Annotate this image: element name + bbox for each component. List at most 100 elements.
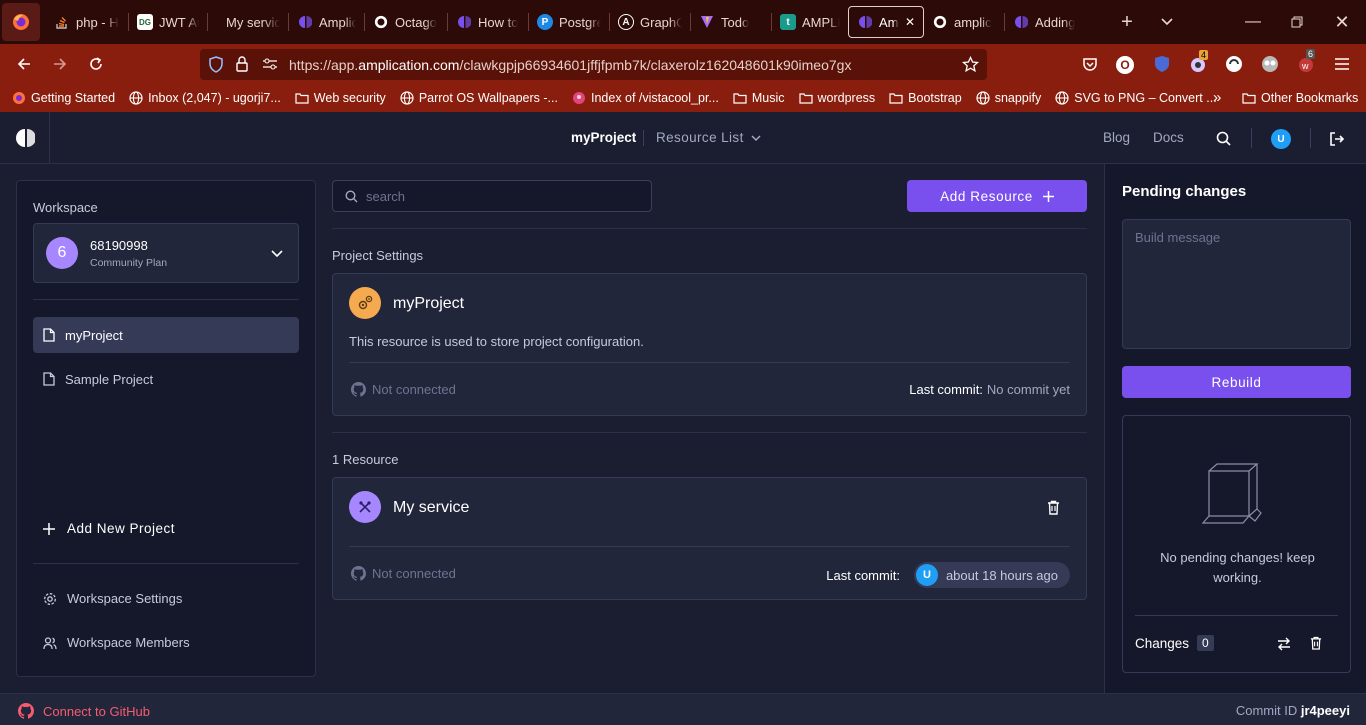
browser-tab[interactable]: amplic bbox=[924, 6, 1004, 38]
hamburger-menu-icon[interactable] bbox=[1334, 57, 1350, 71]
logout-icon[interactable] bbox=[1329, 131, 1345, 147]
sync-extension-icon[interactable] bbox=[1225, 55, 1243, 73]
new-tab-button[interactable]: + bbox=[1111, 6, 1143, 38]
bookmark-item[interactable]: Parrot OS Wallpapers -... bbox=[400, 91, 558, 105]
list-all-tabs-button[interactable] bbox=[1151, 6, 1183, 38]
close-window-button[interactable]: ✕ bbox=[1326, 6, 1358, 38]
back-button[interactable] bbox=[8, 48, 40, 80]
user-avatar[interactable]: U bbox=[1271, 129, 1291, 149]
browser-tab[interactable]: A GraphQ bbox=[610, 6, 690, 38]
connect-github-link[interactable]: Connect to GitHub bbox=[18, 703, 150, 719]
bookmark-item[interactable]: snappify bbox=[976, 91, 1041, 105]
workspace-divider bbox=[33, 563, 299, 564]
bookmark-label: SVG to PNG – Convert ... bbox=[1074, 91, 1217, 105]
bookmarks-overflow-icon[interactable]: » bbox=[1213, 89, 1221, 106]
workspace-name: 68190998 bbox=[90, 238, 148, 253]
docs-link[interactable]: Docs bbox=[1153, 130, 1184, 145]
browser-tab-label: php - H bbox=[76, 14, 119, 30]
discard-trash-icon[interactable] bbox=[1310, 636, 1322, 650]
close-tab-icon[interactable]: ✕ bbox=[905, 15, 915, 29]
page-icon bbox=[572, 91, 586, 105]
search-field[interactable] bbox=[332, 180, 652, 212]
bookmark-item[interactable]: Music bbox=[733, 91, 785, 105]
firefox-menu-button[interactable] bbox=[2, 3, 40, 41]
project-item[interactable]: myProject bbox=[33, 317, 299, 353]
browser-tab[interactable]: Amplic bbox=[289, 6, 364, 38]
browser-tab[interactable]: P Postgre bbox=[529, 6, 609, 38]
bookmark-star-icon[interactable] bbox=[962, 56, 979, 73]
workspace-settings-link[interactable]: Workspace Settings bbox=[43, 591, 182, 606]
browser-tab[interactable]: How to bbox=[448, 6, 528, 38]
browser-tab-label: How to bbox=[478, 14, 519, 30]
bookmark-item[interactable]: Web security bbox=[295, 91, 386, 105]
add-resource-button[interactable]: Add Resource bbox=[907, 180, 1087, 212]
main-divider bbox=[332, 228, 1087, 229]
search-input[interactable] bbox=[366, 188, 626, 204]
git-status: Not connected bbox=[351, 566, 456, 581]
folder-icon bbox=[295, 91, 309, 105]
trash-icon[interactable] bbox=[1047, 500, 1060, 515]
project-item[interactable]: Sample Project bbox=[33, 361, 299, 397]
bookmark-item[interactable]: Index of /vistacool_pr... bbox=[572, 91, 719, 105]
blog-link[interactable]: Blog bbox=[1103, 130, 1130, 145]
restore-icon bbox=[1291, 16, 1303, 28]
service-card[interactable]: My service Not connected Last commit: U … bbox=[332, 477, 1087, 600]
bookmark-item[interactable]: wordpress bbox=[798, 91, 875, 105]
browser-tab[interactable]: Octago bbox=[365, 6, 447, 38]
browser-tab[interactable]: Amp ✕ bbox=[848, 6, 924, 38]
last-commit-label: Last commit: bbox=[826, 567, 900, 583]
bookmark-list: Getting Started Inbox (2,047) - ugorji7..… bbox=[12, 91, 1231, 105]
commit-id-label: Commit ID bbox=[1235, 703, 1298, 718]
minimize-button[interactable]: — bbox=[1237, 6, 1269, 38]
owl-extension-icon[interactable] bbox=[1261, 55, 1279, 73]
mail-extension-with-badge[interactable]: w 6 bbox=[1297, 49, 1316, 73]
project-settings-icon bbox=[349, 287, 381, 319]
workspace-settings-label: Workspace Settings bbox=[67, 591, 183, 606]
workspace-badge: 6 bbox=[46, 237, 78, 269]
browser-tab[interactable]: DG JWT Au bbox=[129, 6, 207, 38]
resource-list-dropdown[interactable]: Resource List bbox=[656, 130, 762, 145]
github-icon bbox=[18, 703, 34, 719]
arrow-left-icon bbox=[17, 58, 30, 70]
project-card-title: myProject bbox=[393, 295, 465, 312]
url-bar[interactable]: https://app.amplication.com/clawkgpjp669… bbox=[200, 49, 987, 80]
header-divider bbox=[1251, 128, 1252, 148]
bookmark-item[interactable]: Inbox (2,047) - ugorji7... bbox=[129, 91, 281, 105]
other-bookmarks[interactable]: Other Bookmarks bbox=[1242, 91, 1358, 105]
extension-with-badge[interactable]: 4 bbox=[1189, 50, 1209, 73]
apollo-icon: A bbox=[618, 14, 634, 30]
commit-pill[interactable]: U about 18 hours ago bbox=[913, 562, 1070, 588]
minimize-icon: — bbox=[1245, 13, 1261, 30]
workspace-members-link[interactable]: Workspace Members bbox=[43, 635, 190, 650]
no-pending-changes-text: No pending changes! keep working. bbox=[1160, 550, 1315, 585]
browser-tab[interactable]: php - H bbox=[46, 6, 128, 38]
firefox-icon bbox=[13, 14, 29, 30]
extension-o-icon[interactable]: O bbox=[1116, 56, 1134, 74]
workspace-selector[interactable]: 6 68190998 Community Plan bbox=[33, 223, 299, 283]
build-message-input[interactable] bbox=[1122, 219, 1351, 349]
amplication-logo[interactable] bbox=[0, 112, 50, 164]
svg-text:w: w bbox=[1301, 61, 1309, 71]
pocket-icon[interactable] bbox=[1082, 56, 1098, 72]
browser-tab[interactable]: Adding bbox=[1005, 6, 1091, 38]
header-project-name[interactable]: myProject bbox=[571, 130, 636, 145]
reload-button[interactable] bbox=[80, 48, 112, 80]
commit-id-value[interactable]: jr4peeyi bbox=[1301, 703, 1350, 718]
project-settings-card[interactable]: myProject This resource is used to store… bbox=[332, 273, 1087, 416]
search-icon[interactable] bbox=[1216, 131, 1231, 146]
service-card-title: My service bbox=[393, 499, 470, 516]
workspace-panel: Workspace 6 68190998 Community Plan myPr… bbox=[16, 180, 316, 677]
bookmark-item[interactable]: Bootstrap bbox=[889, 91, 962, 105]
compare-arrows-icon[interactable] bbox=[1277, 637, 1291, 651]
browser-tab[interactable]: Todo bbox=[691, 6, 771, 38]
forward-button[interactable] bbox=[44, 48, 76, 80]
bookmark-item[interactable]: Getting Started bbox=[12, 91, 115, 105]
bitwarden-shield-icon[interactable] bbox=[1154, 55, 1170, 73]
browser-tab-label: Postgre bbox=[559, 14, 601, 30]
browser-tab[interactable]: t AMPLIC bbox=[772, 6, 848, 38]
rebuild-button[interactable]: Rebuild bbox=[1122, 366, 1351, 398]
browser-tab[interactable]: My service bbox=[208, 6, 288, 38]
bookmark-item[interactable]: SVG to PNG – Convert ... bbox=[1055, 91, 1217, 105]
restore-button[interactable] bbox=[1281, 6, 1313, 38]
add-new-project-button[interactable]: Add New Project bbox=[43, 521, 175, 536]
